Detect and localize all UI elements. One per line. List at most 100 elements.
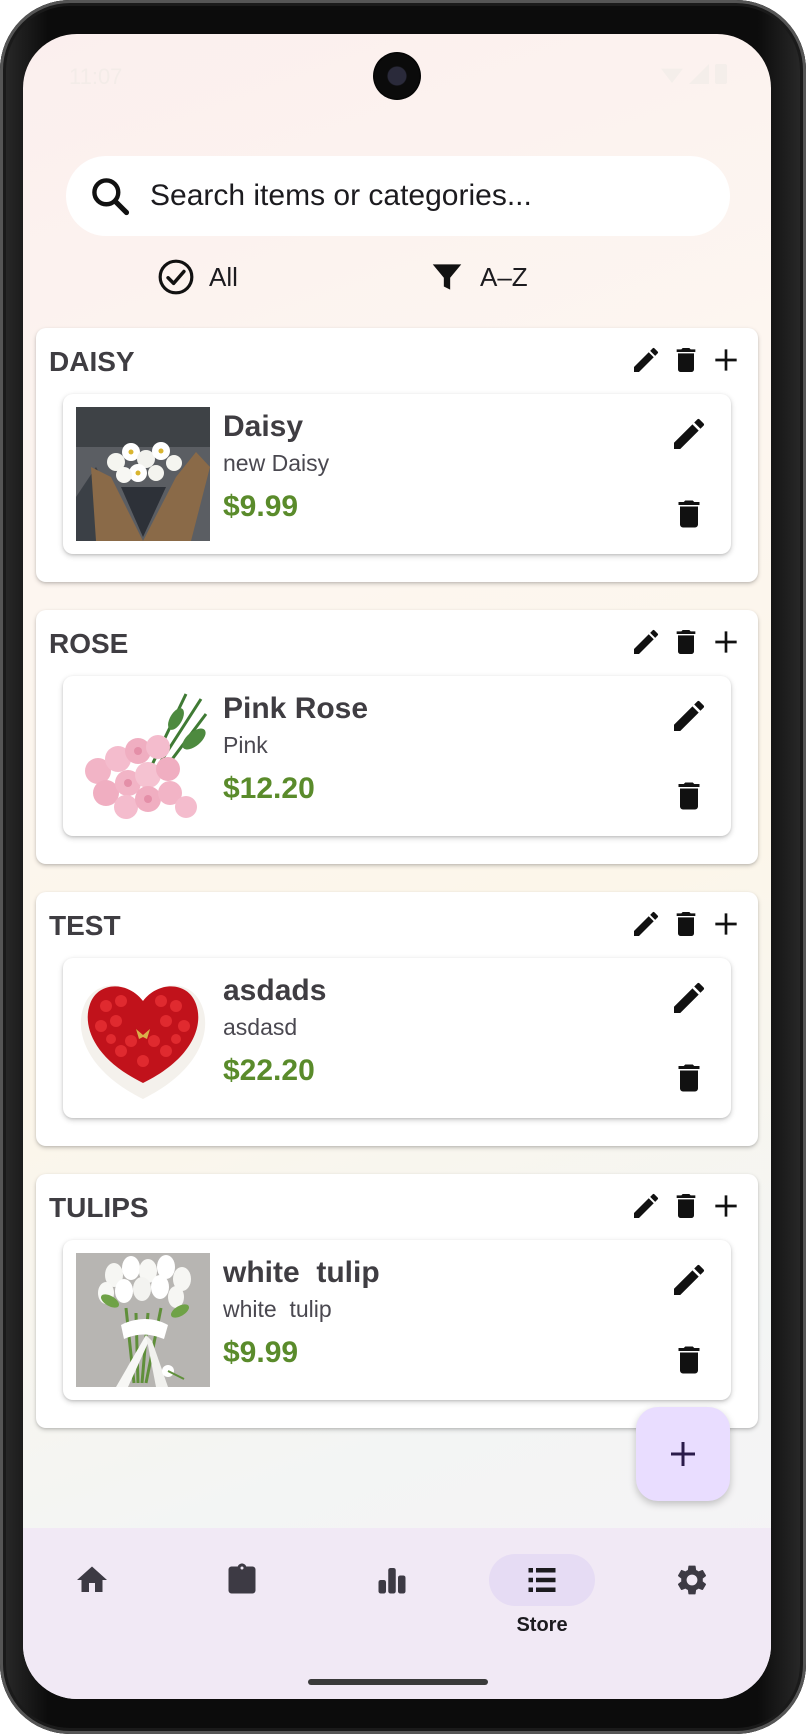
item-image-white-tulips: [76, 1253, 210, 1387]
item-name: Pink Rose: [223, 692, 369, 725]
item-card[interactable]: asdads asdasd $22.20: [63, 958, 731, 1118]
item-description: Pink: [223, 732, 268, 758]
item-price: $9.99: [223, 490, 299, 523]
funnel-icon: [432, 264, 462, 290]
category-title: TULIPS: [49, 1192, 149, 1223]
item-card[interactable]: Pink Rose Pink $12.20: [63, 676, 731, 836]
sort-toggle[interactable]: A–Z: [428, 258, 528, 296]
nav-item-reports[interactable]: [337, 1554, 447, 1644]
search-input[interactable]: [150, 174, 710, 218]
delete-category-button[interactable]: [670, 1188, 702, 1224]
category-title: DAISY: [49, 346, 135, 377]
add-item-button[interactable]: [710, 906, 742, 942]
item-description: white tulip: [223, 1296, 332, 1322]
pencil-icon: [634, 911, 659, 936]
pencil-icon: [634, 1193, 659, 1218]
home-indicator: [308, 1679, 488, 1685]
item-card[interactable]: white tulip white tulip $9.99: [63, 1240, 731, 1400]
nav-item-store[interactable]: Store: [487, 1554, 597, 1644]
item-description: asdasd: [223, 1014, 298, 1040]
edit-category-button[interactable]: [630, 342, 662, 378]
pencil-icon: [674, 418, 705, 449]
nav-pill-active: [489, 1554, 595, 1606]
nav-pill: [639, 1554, 745, 1606]
plus-icon: [715, 349, 737, 371]
edit-item-button[interactable]: [669, 696, 709, 736]
edit-item-button[interactable]: [669, 414, 709, 454]
item-name: white tulip: [223, 1256, 380, 1289]
bar-chart-icon: [378, 1568, 406, 1594]
trash-icon: [678, 1346, 700, 1374]
gear-icon: [677, 1565, 707, 1595]
search-icon: [92, 178, 130, 216]
add-item-button[interactable]: [710, 1188, 742, 1224]
delete-category-button[interactable]: [670, 624, 702, 660]
status-time: 11:07: [69, 64, 123, 89]
front-camera: [373, 52, 421, 100]
trash-icon: [678, 782, 700, 810]
plus-icon: [715, 1195, 737, 1217]
check-circle-icon: [158, 259, 194, 295]
filter-all-toggle[interactable]: All: [157, 258, 238, 296]
nav-item-settings[interactable]: [637, 1554, 747, 1644]
nav-item-home[interactable]: [37, 1554, 147, 1644]
status-bar: 11:07: [23, 34, 771, 114]
clipboard-icon: [228, 1563, 256, 1594]
delete-item-button[interactable]: [671, 494, 707, 534]
category-title: TEST: [49, 910, 121, 941]
item-name: asdads: [223, 974, 327, 1007]
category-title: ROSE: [49, 628, 129, 659]
home-icon: [77, 1566, 107, 1592]
wifi-icon: [661, 68, 683, 83]
sort-label: A–Z: [480, 261, 528, 292]
pencil-icon: [634, 629, 659, 654]
plus-icon: [715, 631, 737, 653]
item-description: new Daisy: [223, 450, 330, 476]
item-name: Daisy: [223, 410, 304, 443]
pencil-icon: [674, 982, 705, 1013]
item-card[interactable]: Daisy new Daisy $9.99: [63, 394, 731, 554]
trash-icon: [676, 348, 696, 372]
trash-icon: [676, 912, 696, 936]
trash-icon: [678, 1064, 700, 1092]
add-item-button[interactable]: [710, 342, 742, 378]
category-card-rose: ROSE Pink Rose Pink $12.20: [36, 610, 758, 864]
item-image-heart-rose-box: [76, 971, 210, 1105]
battery-icon: [715, 64, 727, 84]
add-item-button[interactable]: [710, 624, 742, 660]
nav-item-orders[interactable]: [187, 1554, 297, 1644]
status-icons: [661, 64, 727, 84]
pencil-icon: [674, 1264, 705, 1295]
list-icon: [528, 1568, 556, 1592]
delete-item-button[interactable]: [671, 1058, 707, 1098]
app-screen: 11:07 All A–Z DAISY: [23, 34, 771, 1699]
edit-category-button[interactable]: [630, 1188, 662, 1224]
delete-category-button[interactable]: [670, 906, 702, 942]
edit-item-button[interactable]: [669, 978, 709, 1018]
item-price: $12.20: [223, 772, 315, 805]
trash-icon: [676, 630, 696, 654]
item-image-daisy-bouquet: [76, 407, 210, 541]
delete-item-button[interactable]: [671, 1340, 707, 1380]
plus-icon: [715, 913, 737, 935]
pencil-icon: [634, 347, 659, 372]
edit-category-button[interactable]: [630, 906, 662, 942]
edit-category-button[interactable]: [630, 624, 662, 660]
bottom-navigation: Store: [23, 1528, 771, 1699]
pencil-icon: [674, 700, 705, 731]
delete-item-button[interactable]: [671, 776, 707, 816]
delete-category-button[interactable]: [670, 342, 702, 378]
filter-all-label: All: [209, 261, 238, 292]
category-actions: [630, 906, 742, 942]
category-card-test: TEST asdads asdasd $22.20: [36, 892, 758, 1146]
add-category-fab[interactable]: [636, 1407, 730, 1501]
search-bar[interactable]: [66, 156, 730, 236]
category-card-tulips: TULIPS white tulip white tulip $9.99: [36, 1174, 758, 1428]
category-card-daisy: DAISY Daisy new Daisy $9.99: [36, 328, 758, 582]
edit-item-button[interactable]: [669, 1260, 709, 1300]
nav-label-store: Store: [516, 1614, 568, 1636]
nav-pill: [39, 1554, 145, 1606]
category-actions: [630, 1188, 742, 1224]
category-actions: [630, 342, 742, 378]
nav-pill: [339, 1554, 445, 1606]
